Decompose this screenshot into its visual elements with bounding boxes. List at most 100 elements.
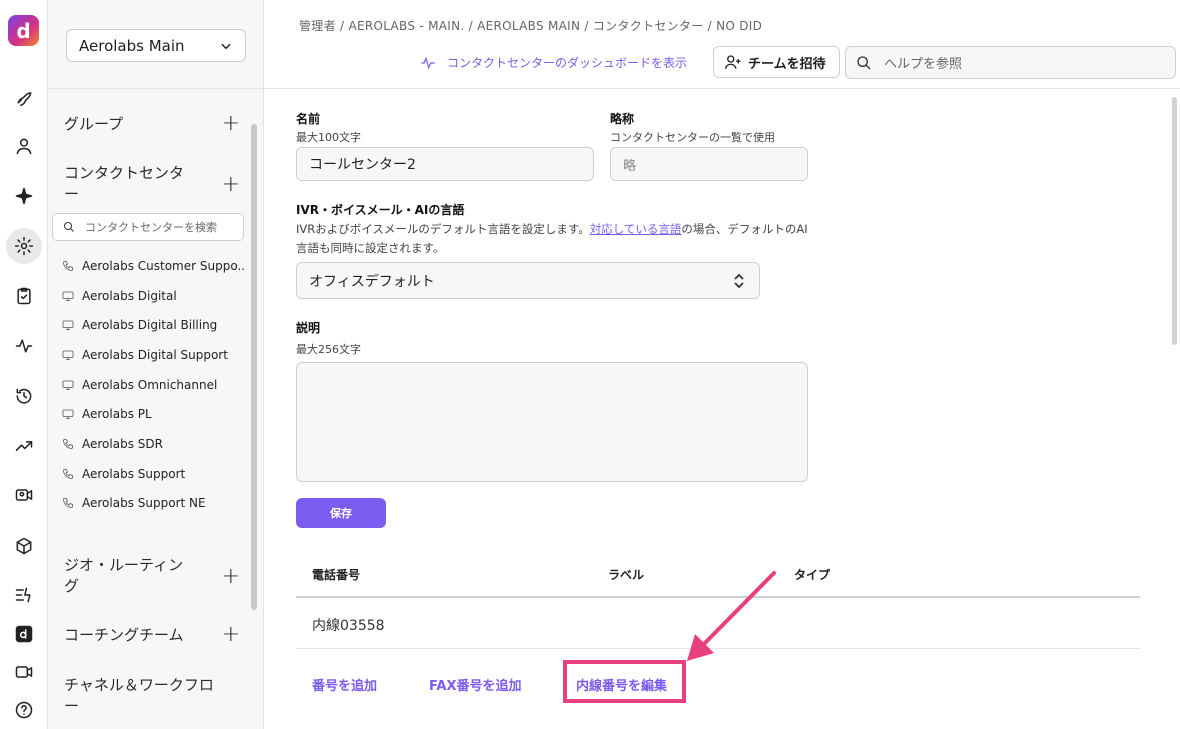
chevron-down-icon (221, 43, 231, 49)
workspace-label: Aerolabs Main (79, 36, 185, 55)
trending-icon[interactable] (6, 428, 42, 464)
add-number-button[interactable]: 番号を追加 (312, 675, 377, 694)
monitor-icon (62, 379, 82, 391)
top-bar: 管理者 / AEROLABS - MAIN. / AEROLABS MAIN /… (264, 0, 1180, 89)
description-hint: 最大256文字 (296, 343, 361, 356)
contact-center-item[interactable]: Aerolabs Customer Suppo... (62, 251, 244, 281)
search-placeholder: コンタクトセンターを検索 (85, 221, 217, 234)
contact-center-item[interactable]: Aerolabs Omnichannel (62, 370, 244, 400)
table-cell-phone: 内線03558 (312, 618, 385, 634)
contact-center-label: Aerolabs Digital Support (82, 347, 228, 362)
search-icon (64, 222, 74, 232)
abbr-hint: コンタクトセンターの一覧で使用 (610, 131, 775, 144)
add-group-plus-icon[interactable]: + (222, 113, 240, 135)
main-scrollbar[interactable] (1172, 97, 1177, 345)
language-description: IVRおよびボイスメールのデフォルト言語を設定します。対応している言語の場合、デ… (296, 220, 816, 258)
abbr-label: 略称 (610, 112, 635, 126)
sidebar: Aerolabs Main グループ + コンタクトセンター + コンタクトセン… (48, 0, 264, 729)
section-label: グループ (64, 115, 124, 133)
help-search-input[interactable]: ヘルプを参照 (845, 46, 1176, 79)
sidebar-scrollbar[interactable] (251, 124, 257, 610)
cube-icon[interactable] (6, 528, 42, 564)
add-contact-center-plus-icon[interactable]: + (222, 174, 240, 196)
invite-team-button[interactable]: チームを招待 (713, 46, 840, 78)
description-textarea[interactable] (296, 362, 808, 482)
section-label: ジオ・ルーティング (64, 556, 184, 595)
contact-center-label: Aerolabs Support (82, 466, 186, 481)
highlight-box (563, 660, 686, 703)
phone-icon (62, 260, 82, 272)
language-desc-text: IVRおよびボイスメールのデフォルト言語を設定します。 (296, 222, 590, 236)
help-search-placeholder: ヘルプを参照 (884, 57, 963, 72)
name-input[interactable]: コールセンター2 (296, 147, 594, 181)
chevron-up-down-icon (734, 274, 744, 288)
table-row-divider (296, 648, 1140, 649)
section-label: コーチングチーム (64, 626, 184, 644)
add-fax-button[interactable]: FAX番号を追加 (429, 675, 521, 694)
dashboard-link[interactable]: コンタクトセンターのダッシュボードを表示 (419, 54, 687, 71)
column-header-type: タイプ (794, 568, 831, 582)
section-channels[interactable]: チャネル＆ワークフロー (64, 675, 240, 717)
contact-center-item[interactable]: Aerolabs SDR (62, 429, 244, 459)
monitor-icon (62, 319, 82, 331)
divider (48, 88, 264, 89)
contact-center-label: Aerolabs Customer Suppo... (82, 258, 244, 273)
contact-center-label: Aerolabs SDR (82, 436, 163, 451)
invite-team-label: チームを招待 (748, 56, 826, 72)
monitor-icon (62, 290, 82, 302)
history-icon[interactable] (6, 378, 42, 414)
contact-center-item[interactable]: Aerolabs Digital Billing (62, 310, 244, 340)
activity-icon (421, 56, 435, 69)
phone-icon (62, 438, 82, 450)
section-contact-centers[interactable]: コンタクトセンター + (64, 163, 240, 205)
add-geo-routing-plus-icon[interactable]: + (222, 566, 240, 588)
contact-center-label: Aerolabs Support NE (82, 496, 206, 511)
contact-center-item[interactable]: Aerolabs Digital Support (62, 340, 244, 370)
save-button[interactable]: 保存 (296, 498, 386, 528)
section-label: コンタクトセンター (64, 164, 185, 203)
section-coaching[interactable]: コーチングチーム + (64, 624, 240, 646)
activity-icon[interactable] (6, 328, 42, 364)
column-header-label: ラベル (608, 568, 645, 582)
abbr-input[interactable]: 略 (610, 147, 808, 181)
contact-center-item[interactable]: Aerolabs PL (62, 399, 244, 429)
column-header-phone: 電話番号 (312, 568, 361, 582)
user-icon[interactable] (6, 128, 42, 164)
language-select-value: オフィスデフォルト (309, 273, 435, 290)
video-person-icon[interactable] (6, 477, 42, 513)
contact-center-item[interactable]: Aerolabs Support NE (62, 489, 244, 519)
name-hint: 最大100文字 (296, 131, 361, 144)
add-coaching-plus-icon[interactable]: + (222, 624, 240, 646)
rocket-icon[interactable] (6, 79, 42, 115)
language-label: IVR・ボイスメール・AIの言語 (296, 203, 465, 217)
sparkle-icon[interactable] (6, 178, 42, 214)
workspace-select[interactable]: Aerolabs Main (66, 29, 246, 62)
contact-center-item[interactable]: Aerolabs Digital (62, 281, 244, 311)
main-content: 名前 最大100文字 コールセンター2 略称 コンタクトセンターの一覧で使用 略… (264, 89, 1180, 729)
phone-icon (62, 468, 82, 480)
search-icon (857, 55, 871, 69)
contact-center-item[interactable]: Aerolabs Support (62, 459, 244, 489)
name-label: 名前 (296, 112, 321, 126)
gear-icon[interactable] (6, 228, 42, 264)
clipboard-icon[interactable] (6, 278, 42, 314)
section-geo-routing[interactable]: ジオ・ルーティング + (64, 555, 240, 597)
language-select[interactable]: オフィスデフォルト (296, 262, 760, 299)
contact-center-search-input[interactable]: コンタクトセンターを検索 (52, 213, 244, 241)
contact-center-label: Aerolabs Digital (82, 288, 177, 303)
contact-center-label: Aerolabs PL (82, 407, 152, 422)
contact-center-list: Aerolabs Customer Suppo... Aerolabs Digit… (62, 251, 244, 518)
supported-languages-link[interactable]: 対応している言語 (590, 222, 682, 236)
monitor-icon (62, 349, 82, 361)
dialpad-logo-icon[interactable] (6, 616, 42, 652)
icon-rail: d (0, 0, 48, 729)
section-label: チャネル＆ワークフロー (64, 676, 214, 715)
help-icon[interactable] (6, 692, 42, 728)
app-logo[interactable]: d (8, 15, 39, 46)
contact-center-label: Aerolabs Omnichannel (82, 377, 218, 392)
breadcrumb: 管理者 / AEROLABS - MAIN. / AEROLABS MAIN /… (299, 19, 763, 33)
contact-center-label: Aerolabs Digital Billing (82, 318, 218, 333)
video-icon[interactable] (6, 654, 42, 690)
flow-icon[interactable] (6, 577, 42, 613)
section-groups[interactable]: グループ + (64, 113, 240, 135)
